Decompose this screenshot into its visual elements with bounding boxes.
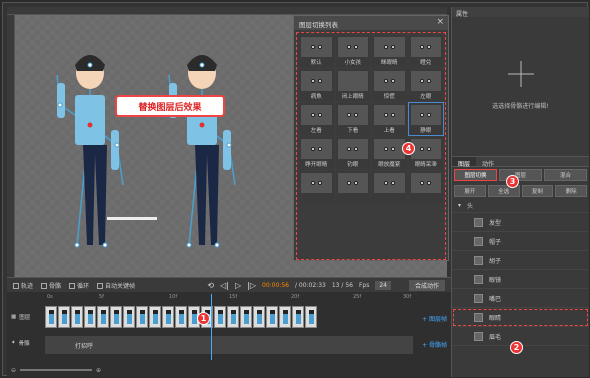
tab-actions[interactable]: 动作 xyxy=(476,157,500,168)
close-icon[interactable]: × xyxy=(436,17,444,27)
fps-select[interactable]: 24 xyxy=(375,280,391,290)
app-window: 替换图层后效果 图层切换列表 × 默认 小女孩 眯眼睛 瞪兑 病魚 闭上眼睛 惊慌… xyxy=(2,2,589,377)
badge-4: 4 xyxy=(402,142,415,155)
layer-switch-button[interactable]: 图层切换 xyxy=(454,169,497,181)
play-icon[interactable]: ▷ xyxy=(235,281,241,290)
check-bone[interactable]: 骨骼 xyxy=(41,281,61,290)
layer-switch-popup: 图层切换列表 × 默认 小女孩 眯眼睛 瞪兑 病魚 闭上眼睛 惊慌 左眼 左看 下… xyxy=(293,15,449,261)
callout-label: 替换图层后效果 xyxy=(115,95,225,117)
grid-cell[interactable]: 眼睛呆滞 xyxy=(408,137,443,169)
grid-cell[interactable]: 上看 xyxy=(372,103,407,135)
grid-cell[interactable]: 下看 xyxy=(335,103,370,135)
grid-cell[interactable]: 小女孩 xyxy=(335,35,370,67)
character-right[interactable] xyxy=(157,45,247,260)
timeline-ruler: 0s 5f 10f 15f 20f 25f 30f xyxy=(47,294,412,300)
frame-count: 13 / 56 xyxy=(331,281,353,289)
grid-cell[interactable]: 瞪兑 xyxy=(408,35,443,67)
tree-item[interactable]: 帽子 xyxy=(452,232,589,251)
tree-item[interactable]: 眼镜 xyxy=(452,270,589,289)
popup-title: 图层切换列表 xyxy=(299,21,338,29)
playhead[interactable] xyxy=(211,294,212,360)
grid-cell-selected[interactable]: 静眼 xyxy=(407,102,444,136)
grid-cell[interactable]: 左看 xyxy=(299,103,334,135)
grid-cell[interactable] xyxy=(299,171,334,203)
copy-button[interactable]: 复制 xyxy=(521,185,554,197)
grid-cell[interactable] xyxy=(372,171,407,203)
ruler-top xyxy=(7,7,447,15)
character-left[interactable] xyxy=(45,45,135,260)
properties-area: 选选择骨骼进行编辑! xyxy=(452,17,589,157)
tree-item[interactable]: 嘴巴 xyxy=(452,289,589,308)
properties-message: 选选择骨骼进行编辑! xyxy=(492,103,549,110)
layer-icon: ▦ xyxy=(11,314,17,320)
tree-item[interactable]: 发型 xyxy=(452,213,589,232)
bone-track[interactable]: 打招呼 xyxy=(45,336,413,354)
crosshair-icon xyxy=(508,61,534,87)
add-layer-frame-button[interactable]: + 图层帧 xyxy=(422,314,447,323)
grid-cell[interactable]: 惊慌 xyxy=(372,69,407,101)
check-autokey[interactable]: 自动关键帧 xyxy=(97,281,135,290)
bone-icon: ✦ xyxy=(11,340,16,346)
tree-item-eyes[interactable]: 眼睛 xyxy=(452,308,589,327)
tab-layers[interactable]: 图层 xyxy=(452,157,477,168)
grid-cell[interactable]: 睁开眼睛 xyxy=(299,137,334,169)
grid-cell[interactable]: 眼放魔紧 xyxy=(372,137,407,169)
right-panel: 属性 选选择骨骼进行编辑! 图层 动作 图层切换 图层 混合 展开 全选 复制 … xyxy=(451,7,589,377)
time-total: / 00:02:33 xyxy=(294,281,326,289)
check-track[interactable]: 轨迹 xyxy=(13,281,33,290)
grid-cell[interactable]: 默认 xyxy=(299,35,334,67)
grid-cell[interactable]: 闭上眼睛 xyxy=(335,69,370,101)
grid-cell[interactable]: 左眼 xyxy=(408,69,443,101)
badge-1: 1 xyxy=(197,312,210,325)
layer-frames[interactable] xyxy=(45,306,413,330)
next-frame-icon[interactable]: |▷ xyxy=(247,281,256,290)
reset-icon[interactable]: ⟲ xyxy=(207,281,214,290)
zoom-slider[interactable]: ⊖ ⊕ xyxy=(11,367,101,374)
layer-switch-grid: 默认 小女孩 眯眼睛 瞪兑 病魚 闭上眼睛 惊慌 左眼 左看 下看 上看 静眼 … xyxy=(296,32,446,260)
fps-label: Fps xyxy=(358,281,370,289)
timeline: 轨迹 骨骼 循环 自动关键帧 ⟲ ◁| ▷ |▷ 00:00:56 / 00:0… xyxy=(7,277,451,377)
panel-title: 属性 xyxy=(452,7,589,18)
prev-frame-icon[interactable]: ◁| xyxy=(220,281,229,290)
badge-3: 3 xyxy=(506,175,519,188)
grid-cell[interactable]: 眯眼睛 xyxy=(372,35,407,67)
time-current: 00:00:56 xyxy=(262,281,289,289)
delete-button[interactable]: 删除 xyxy=(555,185,587,197)
badge-2: 2 xyxy=(510,341,523,354)
grid-cell[interactable] xyxy=(408,171,443,203)
expand-button[interactable]: 展开 xyxy=(454,185,486,197)
grid-cell[interactable] xyxy=(335,171,370,203)
tree-root[interactable]: ▾ 头 xyxy=(452,199,589,213)
add-bone-frame-button[interactable]: + 骨骼帧 xyxy=(422,340,447,349)
grid-cell[interactable]: 钓眼 xyxy=(335,137,370,169)
layer-tree: ▾ 头 发型 帽子 胡子 眼镜 嘴巴 眼睛 眉毛 xyxy=(452,199,589,346)
grid-cell[interactable]: 病魚 xyxy=(299,69,334,101)
compose-button[interactable]: 合成动作 xyxy=(408,279,445,291)
tree-item[interactable]: 胡子 xyxy=(452,251,589,270)
track-image-label: ▦ 图层 xyxy=(11,314,31,321)
check-loop[interactable]: 循环 xyxy=(69,281,89,290)
track-bone-label: ✦ 骨骼 xyxy=(11,340,30,347)
blend-button[interactable]: 混合 xyxy=(544,169,587,181)
ruler-left xyxy=(7,15,15,277)
